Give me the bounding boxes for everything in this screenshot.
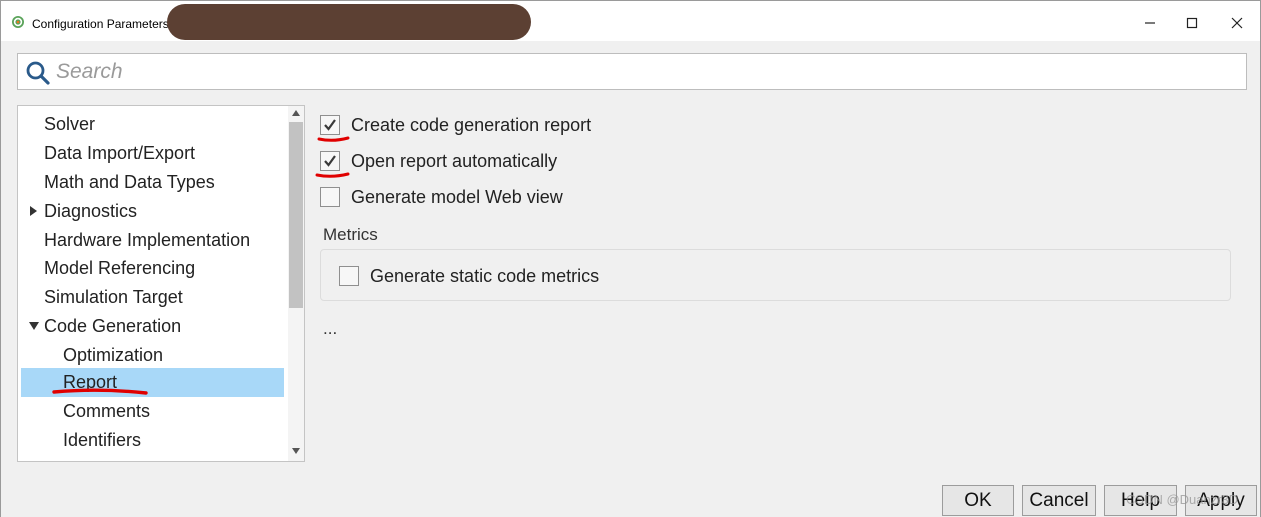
tree-item-model-referencing[interactable]: Model Referencing bbox=[21, 254, 284, 283]
window-title: Configuration Parameters bbox=[32, 17, 169, 31]
tree-item-simulation-target[interactable]: Simulation Target bbox=[21, 283, 284, 312]
cancel-button[interactable]: Cancel bbox=[1022, 485, 1096, 516]
minimize-button[interactable] bbox=[1140, 13, 1160, 33]
tree-item-solver[interactable]: Solver bbox=[21, 110, 284, 139]
tree-scrollbar[interactable] bbox=[288, 106, 304, 461]
tree-item-label: Data Import/Export bbox=[44, 143, 196, 163]
tree-item-identifiers[interactable]: Identifiers bbox=[21, 426, 284, 455]
close-button[interactable] bbox=[1227, 13, 1247, 33]
tree-item-label: Identifiers bbox=[63, 430, 142, 450]
scroll-down-arrow-icon[interactable] bbox=[292, 448, 300, 454]
tree-item-label: Optimization bbox=[63, 345, 164, 365]
button-bar: OK Cancel Help Apply bbox=[1, 473, 1260, 517]
tree-item-hardware-implementation[interactable]: Hardware Implementation bbox=[21, 226, 284, 255]
search-icon bbox=[26, 61, 50, 85]
open-report-option[interactable]: Open report automatically bbox=[320, 148, 557, 174]
metrics-section-title: Metrics bbox=[323, 225, 378, 244]
tree-item-label: Hardware Implementation bbox=[44, 230, 251, 250]
more-settings-ellipsis[interactable]: ... bbox=[323, 319, 337, 339]
tree-item-label: Simulation Target bbox=[44, 287, 183, 307]
tree-item-label: Math and Data Types bbox=[44, 172, 215, 192]
simulink-app-icon bbox=[12, 16, 24, 28]
title-bar[interactable]: Configuration Parameters bbox=[1, 1, 1260, 41]
web-view-option[interactable]: Generate model Web view bbox=[320, 184, 563, 210]
maximize-icon bbox=[1186, 17, 1198, 29]
create-report-option[interactable]: Create code generation report bbox=[320, 112, 591, 138]
tree-item-diagnostics[interactable]: Diagnostics bbox=[21, 197, 284, 226]
create-report-checkbox[interactable] bbox=[320, 115, 340, 135]
maximize-button[interactable] bbox=[1182, 13, 1202, 33]
tree-item-label: Comments bbox=[63, 401, 151, 421]
minimize-icon bbox=[1145, 22, 1155, 24]
apply-button[interactable]: Apply bbox=[1185, 485, 1257, 516]
tree-expanded-arrow-icon[interactable] bbox=[29, 321, 39, 331]
report-settings-pane: Create code generation report Open repor… bbox=[306, 101, 1256, 471]
category-tree: Solver Data Import/Export Math and Data … bbox=[17, 105, 305, 462]
web-view-label: Generate model Web view bbox=[351, 186, 563, 207]
open-report-label: Open report automatically bbox=[351, 150, 558, 171]
static-metrics-label: Generate static code metrics bbox=[370, 265, 600, 286]
tree-item-label: Diagnostics bbox=[44, 201, 138, 221]
scrollbar-thumb[interactable] bbox=[289, 122, 303, 308]
tree-item-math-and-data-types[interactable]: Math and Data Types bbox=[21, 168, 284, 197]
close-icon bbox=[1231, 17, 1243, 29]
create-report-label: Create code generation report bbox=[351, 114, 592, 135]
static-metrics-option[interactable]: Generate static code metrics bbox=[339, 263, 599, 289]
config-parameters-window: Configuration Parameters Solver bbox=[0, 0, 1261, 517]
checkmark-icon bbox=[324, 155, 336, 167]
tree-item-label: Code Generation bbox=[44, 316, 182, 336]
tree-item-report[interactable]: Report bbox=[21, 368, 284, 397]
redaction-mark bbox=[167, 4, 531, 40]
static-metrics-checkbox[interactable] bbox=[339, 266, 359, 286]
tree-item-comments[interactable]: Comments bbox=[21, 397, 284, 426]
scroll-up-arrow-icon[interactable] bbox=[292, 110, 300, 116]
help-button[interactable]: Help bbox=[1104, 485, 1177, 516]
metrics-group: Generate static code metrics bbox=[320, 249, 1231, 301]
tree-item-label: Solver bbox=[44, 114, 96, 134]
tree-item-data-import-export[interactable]: Data Import/Export bbox=[21, 139, 284, 168]
open-report-checkbox[interactable] bbox=[320, 151, 340, 171]
ok-button[interactable]: OK bbox=[942, 485, 1014, 516]
tree-item-code-generation[interactable]: Code Generation bbox=[21, 312, 284, 341]
checkmark-icon bbox=[324, 119, 336, 131]
search-input[interactable] bbox=[56, 58, 1236, 86]
tree-item-label: Model Referencing bbox=[44, 258, 196, 278]
search-box[interactable] bbox=[17, 53, 1247, 90]
tree-item-label: Report bbox=[63, 372, 118, 392]
web-view-checkbox[interactable] bbox=[320, 187, 340, 207]
tree-collapsed-arrow-icon[interactable] bbox=[29, 206, 39, 216]
tree-item-optimization[interactable]: Optimization bbox=[21, 341, 284, 370]
